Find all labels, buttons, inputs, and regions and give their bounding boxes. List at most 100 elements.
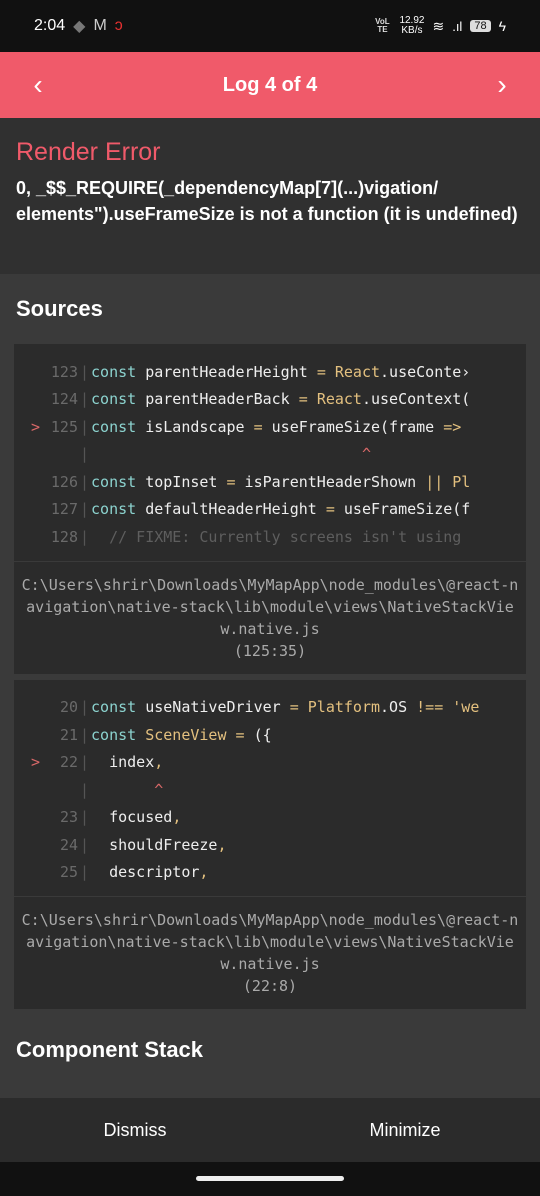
code-token: defaultHeaderHeight <box>136 500 326 519</box>
gutter-divider: | <box>80 863 90 882</box>
code-token: const <box>91 390 137 409</box>
code-token: SceneView <box>136 725 227 744</box>
gmail-icon: M <box>93 17 107 34</box>
file-location: (22:8) <box>242 977 298 995</box>
source-file-path[interactable]: C:\Users\shrir\Downloads\MyMapApp\node_m… <box>14 560 526 674</box>
code-token: => <box>443 417 462 436</box>
code-token: const <box>91 472 137 491</box>
volte-indicator: VoLTE <box>375 17 390 34</box>
file-path: C:\Users\shrir\Downloads\MyMapApp\node_m… <box>21 575 519 638</box>
code-token: // FIXME: Currently screens isn't using <box>91 527 462 546</box>
code-token: useFrameSize(frame <box>262 417 444 436</box>
gutter-divider: | <box>80 698 90 717</box>
error-message: 0, _$$_REQUIRE(_dependencyMap[7](...)vig… <box>16 178 518 224</box>
code-line: 124 | const parentHeaderBack = React .useCo… <box>14 386 526 414</box>
code-token: , <box>199 863 209 882</box>
gutter-divider: | <box>80 808 90 827</box>
gutter-divider: | <box>80 472 90 491</box>
code-token: = <box>289 698 299 717</box>
file-path: C:\Users\shrir\Downloads\MyMapApp\node_m… <box>21 911 519 973</box>
code-line: 123 | const parentHeaderHeight = React .use… <box>14 358 526 386</box>
code-token: ^ <box>91 780 164 799</box>
code-line: >22 | index, <box>14 749 526 777</box>
log-title: Log 4 of 4 <box>222 73 318 96</box>
code-frame[interactable]: 123 | const parentHeaderHeight = React .use… <box>14 344 526 674</box>
code-line: 128 | // FIXME: Currently screens isn't u… <box>14 523 526 551</box>
code-line: 23 | focused, <box>14 804 526 832</box>
gutter-divider: | <box>80 390 90 409</box>
code-token: 'we <box>443 698 480 717</box>
code-line: 20 | const useNativeDriver = Platform .OS !… <box>14 694 526 722</box>
speed-unit: KB/s <box>401 25 423 36</box>
chevron-right-icon: › <box>497 69 507 100</box>
code-token: const <box>91 362 137 381</box>
code-token: parentHeaderBack <box>136 390 299 409</box>
code-line: >125 | const isLandscape = useFrameSize(fr… <box>14 413 526 441</box>
code-token: React <box>316 390 362 409</box>
code-token: = <box>226 472 236 491</box>
navigation-bar <box>0 1162 540 1196</box>
line-number: 123 <box>50 362 78 381</box>
code-token: .useConte› <box>380 362 471 381</box>
code-token: .OS <box>380 698 417 717</box>
home-gesture-handle[interactable] <box>196 1176 344 1181</box>
code-token: ^ <box>91 445 371 464</box>
code-token: React <box>334 362 381 381</box>
code-token: = <box>253 417 263 436</box>
next-log-button[interactable]: › <box>488 69 516 101</box>
code-token: const <box>91 698 137 717</box>
gutter-divider: | <box>80 753 90 772</box>
code-line: 126 | const topInset = isParentHeaderShown… <box>14 468 526 496</box>
status-bar: 2:04 ◆ Mↄ VoLTE 12.92 KB/s ≋ .ıl 78 ϟ <box>0 0 540 52</box>
code-token: ({ <box>244 725 272 744</box>
code-token: = <box>235 725 245 744</box>
code-token: || <box>425 472 444 491</box>
code-snippet: 20 | const useNativeDriver = Platform .OS !… <box>14 680 526 897</box>
code-token: useFrameSize(f <box>334 500 471 519</box>
code-token: const <box>91 725 137 744</box>
code-token: .useContext( <box>361 390 471 409</box>
error-title: Render Error <box>16 138 161 166</box>
code-line: | ^ <box>14 441 526 469</box>
code-token: Pl <box>443 472 471 491</box>
sources-list: 123 | const parentHeaderHeight = React .use… <box>0 344 540 1009</box>
source-file-path[interactable]: C:\Users\shrir\Downloads\MyMapApp\node_m… <box>14 896 526 1009</box>
gutter-divider: | <box>80 445 90 464</box>
line-number: 127 <box>50 500 78 519</box>
component-stack-title: Component Stack <box>16 1037 204 1062</box>
code-token: isParentHeaderShown <box>235 472 426 491</box>
minimize-button[interactable]: Minimize <box>270 1098 540 1162</box>
code-token: parentHeaderHeight <box>136 362 317 381</box>
wifi-icon: ≋ <box>432 17 445 34</box>
code-line: 21 | const SceneView = ({ <box>14 721 526 749</box>
code-line: 127 | const defaultHeaderHeight = useFrame… <box>14 496 526 524</box>
gutter-divider: | <box>80 362 90 381</box>
gutter-divider: | <box>80 725 90 744</box>
line-number: 21 <box>59 725 78 744</box>
line-number: 22 <box>59 753 78 772</box>
code-token: focused <box>91 808 173 827</box>
code-token: descriptor <box>91 863 200 882</box>
bottom-actions: Dismiss Minimize <box>0 1098 540 1162</box>
previous-log-button[interactable]: ‹ <box>24 69 52 101</box>
gutter-divider: | <box>80 780 90 799</box>
dismiss-button[interactable]: Dismiss <box>0 1098 270 1162</box>
code-frame[interactable]: 20 | const useNativeDriver = Platform .OS !… <box>14 679 526 1009</box>
line-number: 125 <box>50 417 78 436</box>
code-token: = <box>325 500 335 519</box>
code-token: const <box>91 500 137 519</box>
line-number: 126 <box>50 472 78 491</box>
line-number: 23 <box>59 808 78 827</box>
clock: 2:04 <box>34 17 66 34</box>
code-token: , <box>154 753 164 772</box>
code-line: 25 | descriptor, <box>14 859 526 887</box>
code-token: shouldFreeze <box>91 835 218 854</box>
line-number: 20 <box>59 698 78 717</box>
signal-icon: .ıl <box>452 18 463 34</box>
chevron-left-icon: ‹ <box>33 69 43 100</box>
airtel-icon: ↄ <box>114 17 123 34</box>
code-token: , <box>172 808 182 827</box>
line-number: 128 <box>50 527 78 546</box>
